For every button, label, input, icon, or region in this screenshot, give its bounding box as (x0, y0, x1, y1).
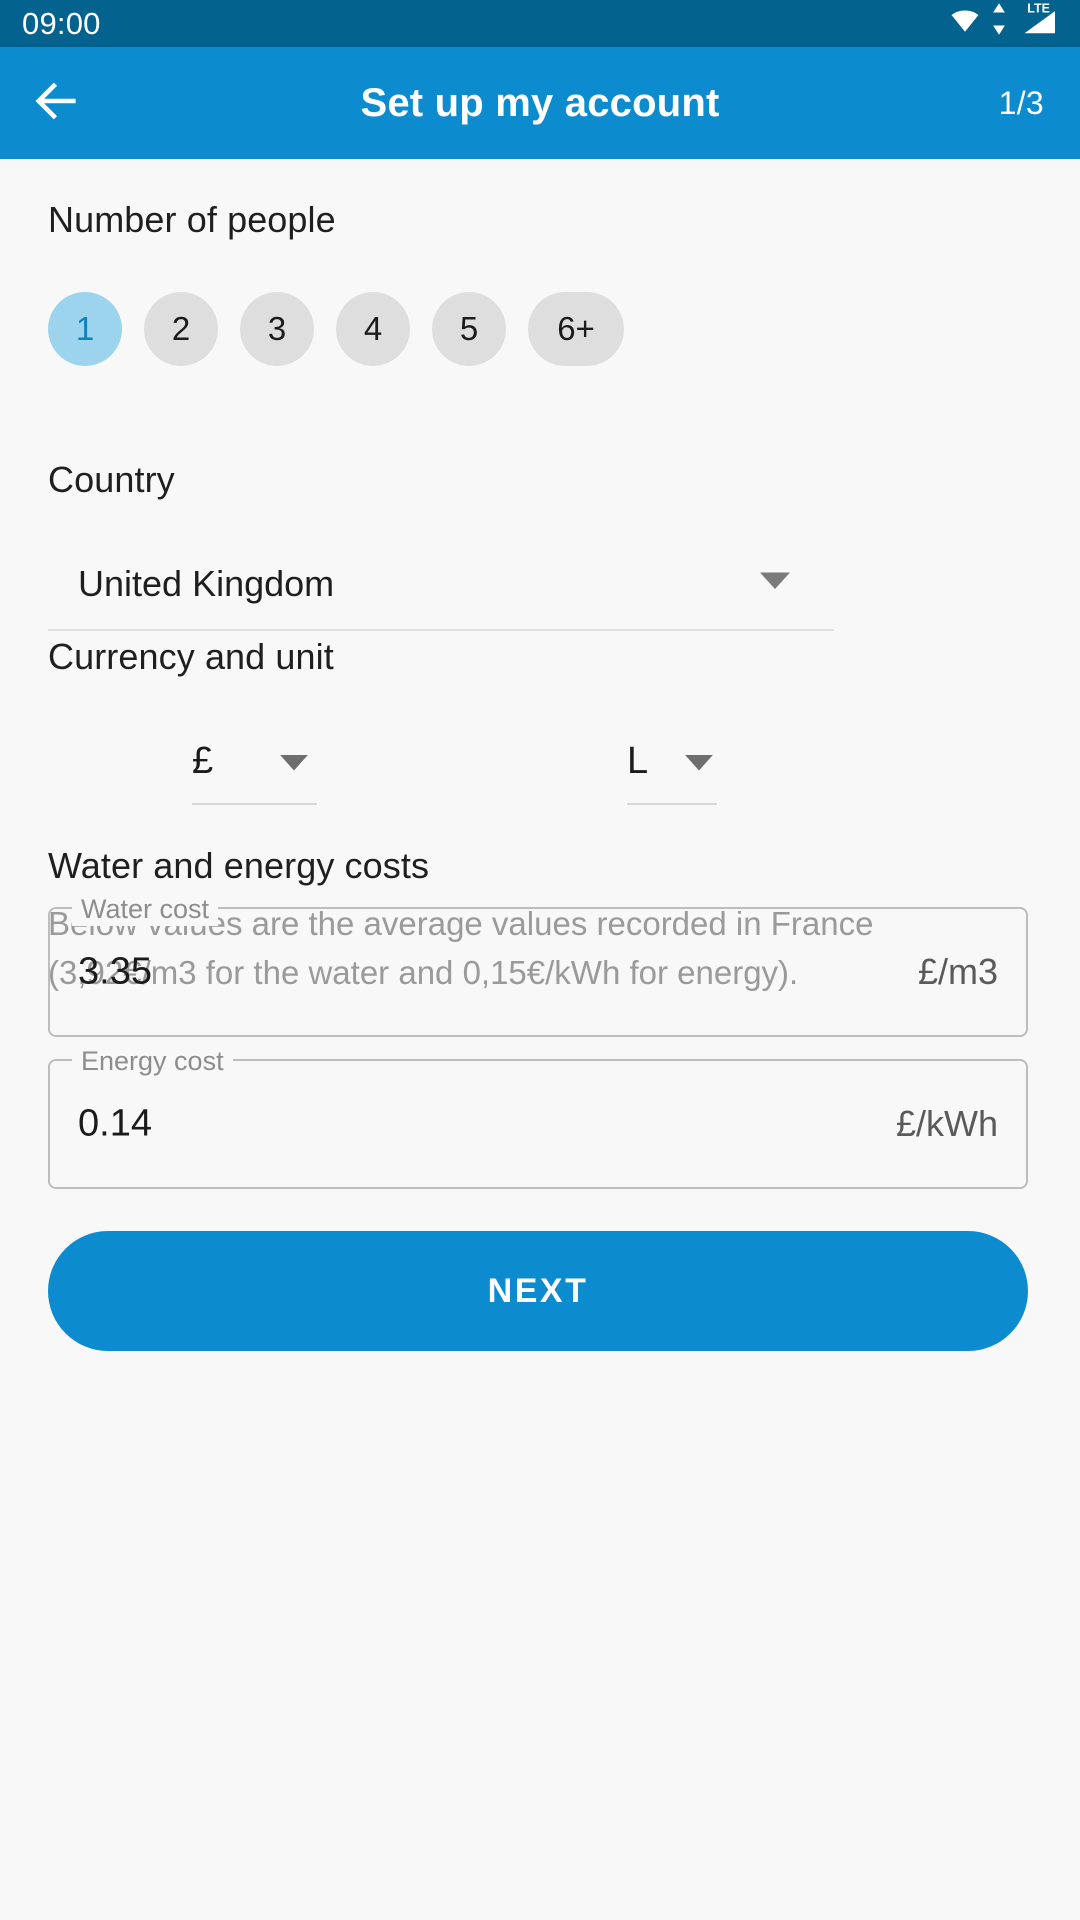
energy-cost-field[interactable]: Energy cost 0.14 £/kWh (48, 1044, 1028, 1189)
number-of-people-options: 1 2 3 4 5 6+ (48, 292, 624, 366)
lte-signal-icon: LTE (1016, 0, 1058, 41)
status-bar-icons: LTE (948, 1, 1058, 41)
status-bar-clock: 09:00 (22, 6, 101, 41)
people-option-4[interactable]: 4 (336, 292, 410, 366)
people-option-label: 4 (363, 310, 383, 347)
people-option-3[interactable]: 3 (240, 292, 314, 366)
unit-selected-value: L (627, 740, 649, 782)
people-option-label: 2 (171, 310, 191, 347)
energy-cost-value: 0.14 (78, 1102, 152, 1145)
number-of-people-label: Number of people (48, 199, 336, 240)
app-bar: Set up my account 1/3 (0, 47, 1080, 159)
page-title: Set up my account (360, 80, 720, 125)
step-counter: 1/3 (998, 84, 1044, 121)
currency-and-unit-label: Currency and unit (48, 636, 334, 677)
water-cost-value: 3.35 (78, 950, 152, 993)
svg-text:LTE: LTE (1027, 1, 1050, 15)
energy-cost-unit: £/kWh (895, 1103, 998, 1144)
status-bar: 09:00 LTE (0, 0, 1080, 47)
chevron-down-icon (760, 572, 790, 596)
people-option-5[interactable]: 5 (432, 292, 506, 366)
next-button[interactable]: NEXT (48, 1231, 1028, 1351)
currency-dropdown[interactable]: £ (192, 719, 317, 805)
triangle-down-icon (280, 755, 308, 777)
people-option-label: 5 (459, 310, 479, 347)
people-option-label: 3 (267, 310, 287, 347)
triangle-down-icon (685, 755, 713, 777)
unit-dropdown[interactable]: L (627, 719, 717, 805)
water-cost-label: Water cost (72, 892, 219, 926)
phone-screen: 09:00 LTE Set up my account 1/3 Number o… (0, 0, 1080, 1920)
water-cost-unit: £/m3 (917, 951, 998, 992)
mobile-data-arrows-icon (991, 2, 1007, 41)
currency-selected-value: £ (192, 740, 214, 782)
people-option-2[interactable]: 2 (144, 292, 218, 366)
people-option-label: 1 (75, 310, 95, 347)
water-energy-costs-label: Water and energy costs (48, 845, 430, 886)
back-button[interactable] (0, 47, 112, 159)
water-cost-field[interactable]: Water cost 3.35 £/m3 (48, 892, 1028, 1037)
people-option-label: 6+ (557, 310, 595, 347)
country-dropdown[interactable]: United Kingdom (48, 539, 834, 631)
people-option-6plus[interactable]: 6+ (528, 292, 624, 366)
setup-form: Number of people 1 2 3 4 5 6+ Country Un… (0, 159, 1080, 1920)
country-selected-value: United Kingdom (78, 563, 335, 604)
people-option-1[interactable]: 1 (48, 292, 122, 366)
currency-and-unit-row: £ L (0, 719, 1080, 839)
country-label: Country (48, 459, 175, 500)
energy-cost-label: Energy cost (72, 1044, 233, 1078)
wifi-icon (948, 2, 982, 41)
arrow-left-icon (30, 75, 82, 132)
